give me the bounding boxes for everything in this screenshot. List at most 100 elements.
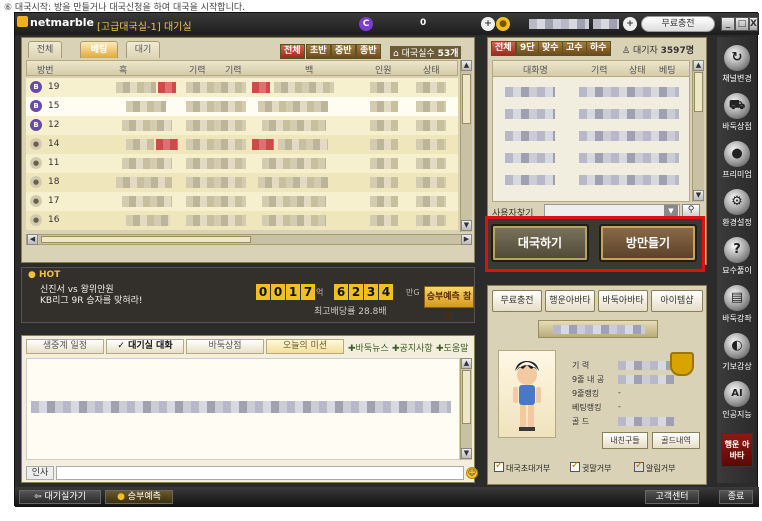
h-scroll-thumb[interactable] [41,236,251,243]
right-sidebar: ↻ 채널변경 ⛟ 바둑상점 ● 프리미엄 ⚙ 환경설정 ? 묘수풀이 ▤ 바둑강좌 ◐ 기보감… [717,37,757,483]
minimize-button[interactable]: _ [721,17,735,31]
sidebar-item-ai[interactable]: AI 인공지능 [717,379,757,425]
free-charge-button[interactable]: 무료충전 [641,16,715,32]
decline-invite-checkbox[interactable]: 대국초대거부 [494,460,550,474]
scroll-up-icon[interactable]: ▲ [461,60,472,71]
emoticon-icon[interactable]: ☺ [466,467,478,479]
sidebar-item-settings[interactable]: ⚙ 환경설정 [717,187,757,233]
add-gold-icon[interactable]: + [623,17,637,31]
create-room-button[interactable]: 방만들기 [599,224,697,262]
chat-scrollbar[interactable]: ▲ ▼ [460,358,472,460]
user-scroll-up-icon[interactable]: ▲ [693,60,704,71]
user-filter-9dan[interactable]: 9단 [516,41,539,56]
tab-lobby-chat-label: 대기실 대화 [128,341,173,351]
lucky-avatar-button[interactable]: 행운아바타 [545,290,595,312]
tab-waiting[interactable]: 대기 [126,41,160,58]
chat-scroll-up-icon[interactable]: ▲ [461,358,472,369]
user-scroll-down-icon[interactable]: ▼ [693,190,704,201]
hot-news-line2[interactable]: KB리그 9R 승자를 맞혀라! [40,293,143,306]
tab-live-schedule[interactable]: 생중계 일정 [26,339,104,354]
room-number: 12 [48,120,60,130]
room-row[interactable]: B 19 [26,78,458,97]
room-row[interactable]: ● 16 [26,211,458,230]
room-row[interactable]: B 12 [26,116,458,135]
white-name-blurred [258,177,328,188]
digit: 1 [286,284,300,300]
players-blurred [370,120,398,131]
start-game-button[interactable]: 대국하기 [491,224,589,262]
tab-betting[interactable]: 베팅 [80,41,118,58]
room-row[interactable]: ● 18 [26,173,458,192]
status-blurred [416,101,446,112]
trophy-icon[interactable] [670,352,694,376]
tab-go-shop[interactable]: 바둑상점 [186,339,264,354]
filter-end[interactable]: 종반 [356,44,381,59]
room-row[interactable]: ● 17 [26,192,458,211]
horizontal-scrollbar[interactable]: ◀ ▶ [26,234,472,245]
chat-target-label[interactable]: 인사 [26,466,54,480]
filter-all[interactable]: 전체 [280,44,305,59]
item-shop-button[interactable]: 아이템샵 [651,290,703,312]
back-to-lobby-button[interactable]: ⇦ 대기실가기 [19,490,101,504]
decline-whisper-checkbox[interactable]: 귓말거부 [570,460,611,474]
bet-predict-button[interactable]: 승부예측 참여 [424,286,474,322]
unit-mang: 만G [406,288,420,297]
plus-icon[interactable]: + [481,17,495,31]
user-filter-rival[interactable]: 맞수 [538,41,563,56]
user-filter-lower[interactable]: 하수 [586,41,611,56]
link-go-news[interactable]: ✚바둑뉴스 [348,341,389,354]
link-help[interactable]: ✚도움말 [436,341,468,354]
gold-history-button[interactable]: 골드내역 [652,432,700,449]
black-name-blurred [122,120,172,131]
scroll-left-icon[interactable]: ◀ [27,234,38,245]
ai-icon: AI [724,381,750,407]
room-list-scrollbar[interactable]: ▲ ▼ [460,60,472,232]
filter-middle[interactable]: 중반 [331,44,356,59]
free-charge-shop-button[interactable]: 무료충전 [492,290,542,312]
user-list-scrollbar[interactable]: ▲ ▼ [692,60,704,202]
app-window: netmarble [고급대국실-1] 대기실 C 0 + ● + 무료충전 _… [14,12,759,507]
lucky-avatar-sidebar-button[interactable]: 행운 아바타 [721,433,753,467]
decline-alert-checkbox[interactable]: 알림거부 [634,460,675,474]
sidebar-item-channel[interactable]: ↻ 채널변경 [717,43,757,89]
user-scroll-thumb[interactable] [694,72,703,112]
chat-scroll-thumb[interactable] [462,370,471,424]
customer-center-button[interactable]: 고객센터 [645,490,699,504]
room-number: 11 [48,158,60,168]
tab-today-mission[interactable]: 오늘의 미션 [266,339,344,354]
avatar[interactable] [498,350,556,438]
scroll-right-icon[interactable]: ▶ [461,234,472,245]
sidebar-item-premium[interactable]: ● 프리미엄 [717,139,757,185]
exit-button[interactable]: 종료 [719,490,753,504]
user-filter-all[interactable]: 전체 [491,41,516,56]
maximize-button[interactable]: □ [735,17,749,31]
tab-all[interactable]: 전체 [28,41,62,58]
user-name-blurred [505,175,555,185]
sidebar-item-lesson[interactable]: ▤ 바둑강좌 [717,283,757,329]
my-friends-button[interactable]: 내친구들 [602,432,648,449]
gold-value-blurred [529,19,589,29]
room-row[interactable]: ● 11 [26,154,458,173]
chat-input[interactable] [56,466,464,480]
room-row[interactable]: B 15 [26,97,458,116]
sidebar-item-replay[interactable]: ◐ 기보감상 [717,331,757,377]
status-blurred [416,215,446,226]
link-notice[interactable]: ✚공지사항 [392,341,433,354]
go-avatar-button[interactable]: 바둑아바타 [598,290,648,312]
players-blurred [370,196,398,207]
room-list-panel: 전체 베팅 대기 전체 초반 중반 종반 ⌂ 대국실수 53개 방번 흑 기력 … [21,37,475,263]
room-row[interactable]: ● 14 [26,135,458,154]
book-icon: ▤ [724,285,750,311]
prediction-button[interactable]: ● 승부예측 [105,490,173,504]
scroll-down-icon[interactable]: ▼ [461,220,472,231]
sidebar-item-shop[interactable]: ⛟ 바둑상점 [717,91,757,137]
chat-scroll-down-icon[interactable]: ▼ [461,448,472,459]
logo-text: netmarble [30,16,94,29]
tab-lobby-chat[interactable]: ✓ 대기실 대화 [106,339,184,354]
filter-opening[interactable]: 초반 [306,44,331,59]
user-filter-higher[interactable]: 고수 [562,41,587,56]
close-button[interactable]: X [749,17,758,31]
scroll-thumb[interactable] [462,74,471,124]
sidebar-item-puzzle[interactable]: ? 묘수풀이 [717,235,757,281]
gold-coin-icon: ● [496,17,510,31]
